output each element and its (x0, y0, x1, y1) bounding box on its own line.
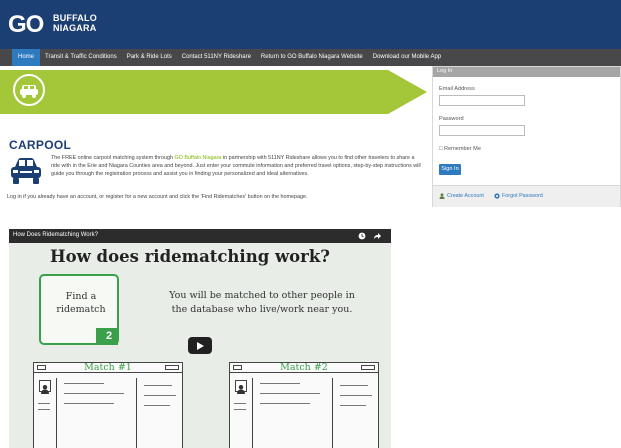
window-controls-icon (165, 365, 179, 370)
find-line-2: ridematch (56, 304, 106, 315)
avatar (39, 380, 51, 394)
nav-home[interactable]: Home (12, 49, 41, 66)
share-icon[interactable] (373, 232, 381, 240)
video-player[interactable]: How Does Ridematching Work? How does rid… (9, 229, 391, 448)
video-play-button[interactable] (188, 337, 212, 354)
site-logo[interactable]: GO BUFFALO NIAGARA (6, 9, 118, 41)
scribble (234, 409, 246, 410)
scribble (340, 385, 368, 386)
logo-line-1: BUFFALO (53, 13, 97, 23)
matched-line-1: You will be matched to other people in (169, 290, 355, 301)
scribble (340, 405, 366, 406)
create-account-link[interactable]: Create Account (447, 193, 484, 199)
login-panel-footer: Create Account Forgot Password (433, 185, 620, 207)
match-divider (252, 378, 253, 448)
remember-checkbox-icon[interactable]: □ (439, 146, 442, 152)
car-icon (20, 85, 38, 98)
banner-car-circle (13, 74, 45, 106)
match-divider (56, 378, 57, 448)
nav-contact[interactable]: Contact 511NY Rideshare (177, 49, 256, 66)
email-label: Email Address (439, 86, 475, 92)
desc-text-pre: The FREE online carpool matching system … (51, 155, 175, 161)
login-panel-title: Log In (437, 68, 453, 74)
find-ridematch-text: Find a ridematch (46, 290, 116, 316)
scribble (64, 403, 114, 404)
email-field[interactable] (439, 95, 525, 106)
logo-go: GO (8, 11, 44, 38)
clock-icon[interactable] (358, 232, 366, 240)
scribble (38, 403, 50, 404)
scribble (260, 403, 310, 404)
video-title[interactable]: How Does Ridematching Work? (13, 232, 98, 238)
forgot-password-link[interactable]: Forgot Password (502, 193, 543, 199)
nav-mobile-app[interactable]: Download our Mobile App (368, 49, 446, 66)
scribble (144, 395, 176, 396)
scribble (64, 383, 104, 384)
carpool-title: CARPOOL (9, 138, 72, 152)
page: GO BUFFALO NIAGARA Home Transit & Traffi… (0, 0, 621, 448)
login-note: Log in if you already have an account, o… (7, 194, 308, 200)
match-title-1: Match #1 (84, 362, 132, 373)
scribble (64, 393, 124, 394)
remember-me[interactable]: □ Remember Me (439, 146, 481, 152)
carpool-banner (0, 66, 430, 116)
login-panel-header: Log In (433, 67, 620, 77)
find-line-1: Find a (65, 291, 97, 302)
password-label: Password (439, 116, 464, 122)
avatar (235, 380, 247, 394)
car-icon (11, 158, 41, 184)
key-icon (494, 193, 500, 199)
user-icon (439, 193, 445, 199)
video-topbar: How Does Ridematching Work? (9, 229, 391, 243)
main-nav: Home Transit & Traffic Conditions Park &… (0, 49, 621, 66)
window-controls-icon (361, 365, 375, 370)
user-icon (237, 385, 245, 394)
match-card-1: Match #1 (33, 362, 183, 448)
remember-label: Remember Me (443, 146, 481, 152)
scribble (38, 409, 50, 410)
matched-description: You will be matched to other people in t… (144, 289, 380, 317)
banner-arrow (0, 70, 427, 114)
scribble (340, 395, 372, 396)
login-panel: Log In Email Address Password □ Remember… (432, 66, 621, 207)
carpool-description: The FREE online carpool matching system … (51, 154, 422, 179)
nav-park-ride[interactable]: Park & Ride Lots (122, 49, 177, 66)
match-divider (332, 378, 333, 448)
nav-transit-traffic[interactable]: Transit & Traffic Conditions (40, 49, 122, 66)
scribble (144, 405, 170, 406)
match-divider (136, 378, 137, 448)
video-heading: How does ridematching work? (50, 247, 330, 266)
step-number: 2 (106, 330, 113, 342)
user-icon (41, 385, 49, 394)
match-card-bar: Match #1 (34, 362, 182, 373)
go-buffalo-link[interactable]: GO Buffalo Niagara (174, 155, 221, 161)
scribble (144, 385, 172, 386)
match-card-bar: Match #2 (230, 362, 378, 373)
logo-subtitle: BUFFALO NIAGARA (53, 13, 97, 33)
matched-line-2: the database who live/work near you. (171, 304, 353, 315)
scribble (260, 383, 300, 384)
site-header: GO BUFFALO NIAGARA (0, 0, 621, 49)
nav-return[interactable]: Return to GO Buffalo Niagara Website (256, 49, 368, 66)
sign-in-button[interactable]: Sign In (439, 164, 461, 175)
play-icon (197, 342, 204, 350)
logo-line-2: NIAGARA (53, 23, 97, 33)
scribble (260, 393, 320, 394)
match-title-2: Match #2 (280, 362, 328, 373)
scribble (234, 403, 246, 404)
match-card-2: Match #2 (229, 362, 379, 448)
password-field[interactable] (439, 125, 525, 136)
